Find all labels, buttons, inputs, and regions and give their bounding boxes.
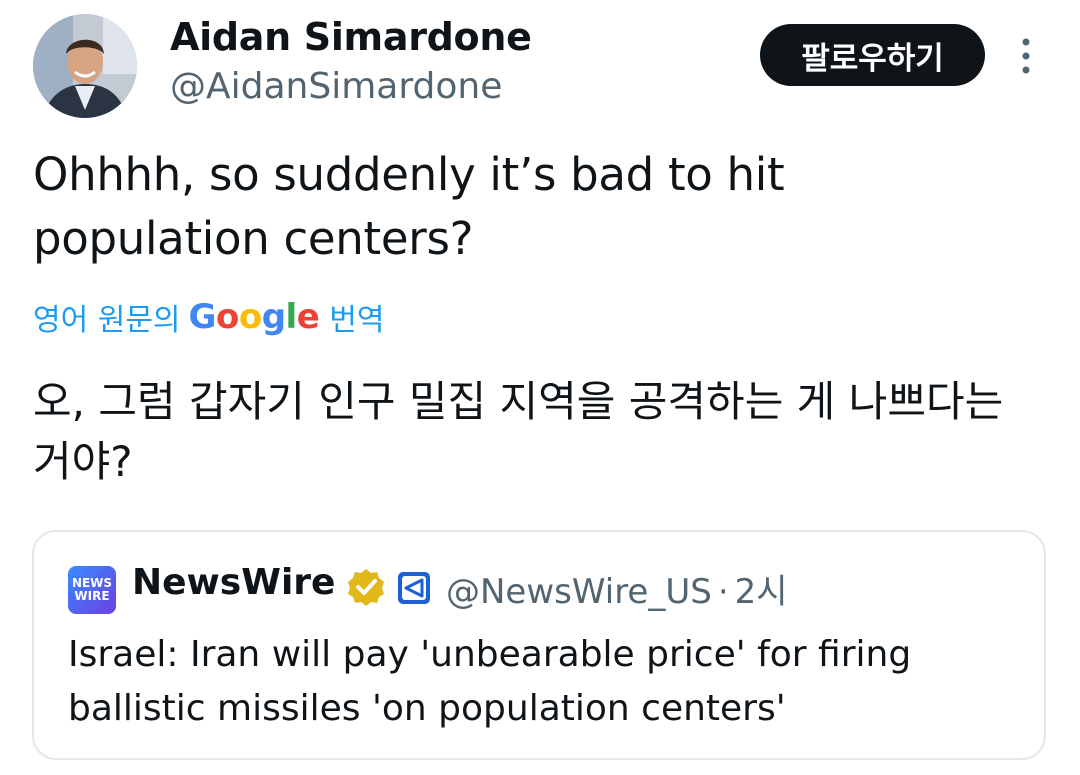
quoted-author-handle[interactable]: @NewsWire_US [446,572,712,612]
affiliate-badge-icon [396,570,432,606]
meta-separator: · [717,572,729,612]
quoted-tweet-card[interactable]: NEWS WIRE NewsWire @NewsWire_US · 2시 Israe… [32,530,1046,760]
tweet-page: Aidan Simardone @AidanSimardone 팔로우하기 Oh… [0,0,1080,775]
quoted-author-name[interactable]: NewsWire [132,562,335,603]
translation-suffix[interactable]: 번역 [329,295,384,339]
translation-prefix[interactable]: 영어 원문의 [33,295,181,339]
translation-attribution[interactable]: 영어 원문의 Google 번역 [33,293,384,341]
author-handle[interactable]: @AidanSimardone [170,66,502,107]
quoted-tweet-text: Israel: Iran will pay 'unbearable price'… [68,634,912,729]
more-vertical-icon[interactable] [1012,36,1040,76]
google-logo: Google [188,297,320,337]
newswire-logo-icon[interactable]: NEWS WIRE [68,566,116,614]
follow-button[interactable]: 팔로우하기 [760,24,985,86]
author-name[interactable]: Aidan Simardone [170,15,532,59]
tweet-text: Ohhhh, so suddenly it’s bad to hit popul… [33,148,785,265]
gold-verified-badge-icon [346,567,386,607]
quoted-timestamp[interactable]: 2시 [735,572,788,612]
quoted-meta: @NewsWire_US · 2시 [446,564,788,613]
logo-text-line2: WIRE [74,589,110,603]
translated-text: 오, 그럼 갑자기 인구 밀집 지역을 공격하는 게 나쁘다는 거야? [33,377,1004,486]
author-avatar[interactable] [33,14,137,118]
